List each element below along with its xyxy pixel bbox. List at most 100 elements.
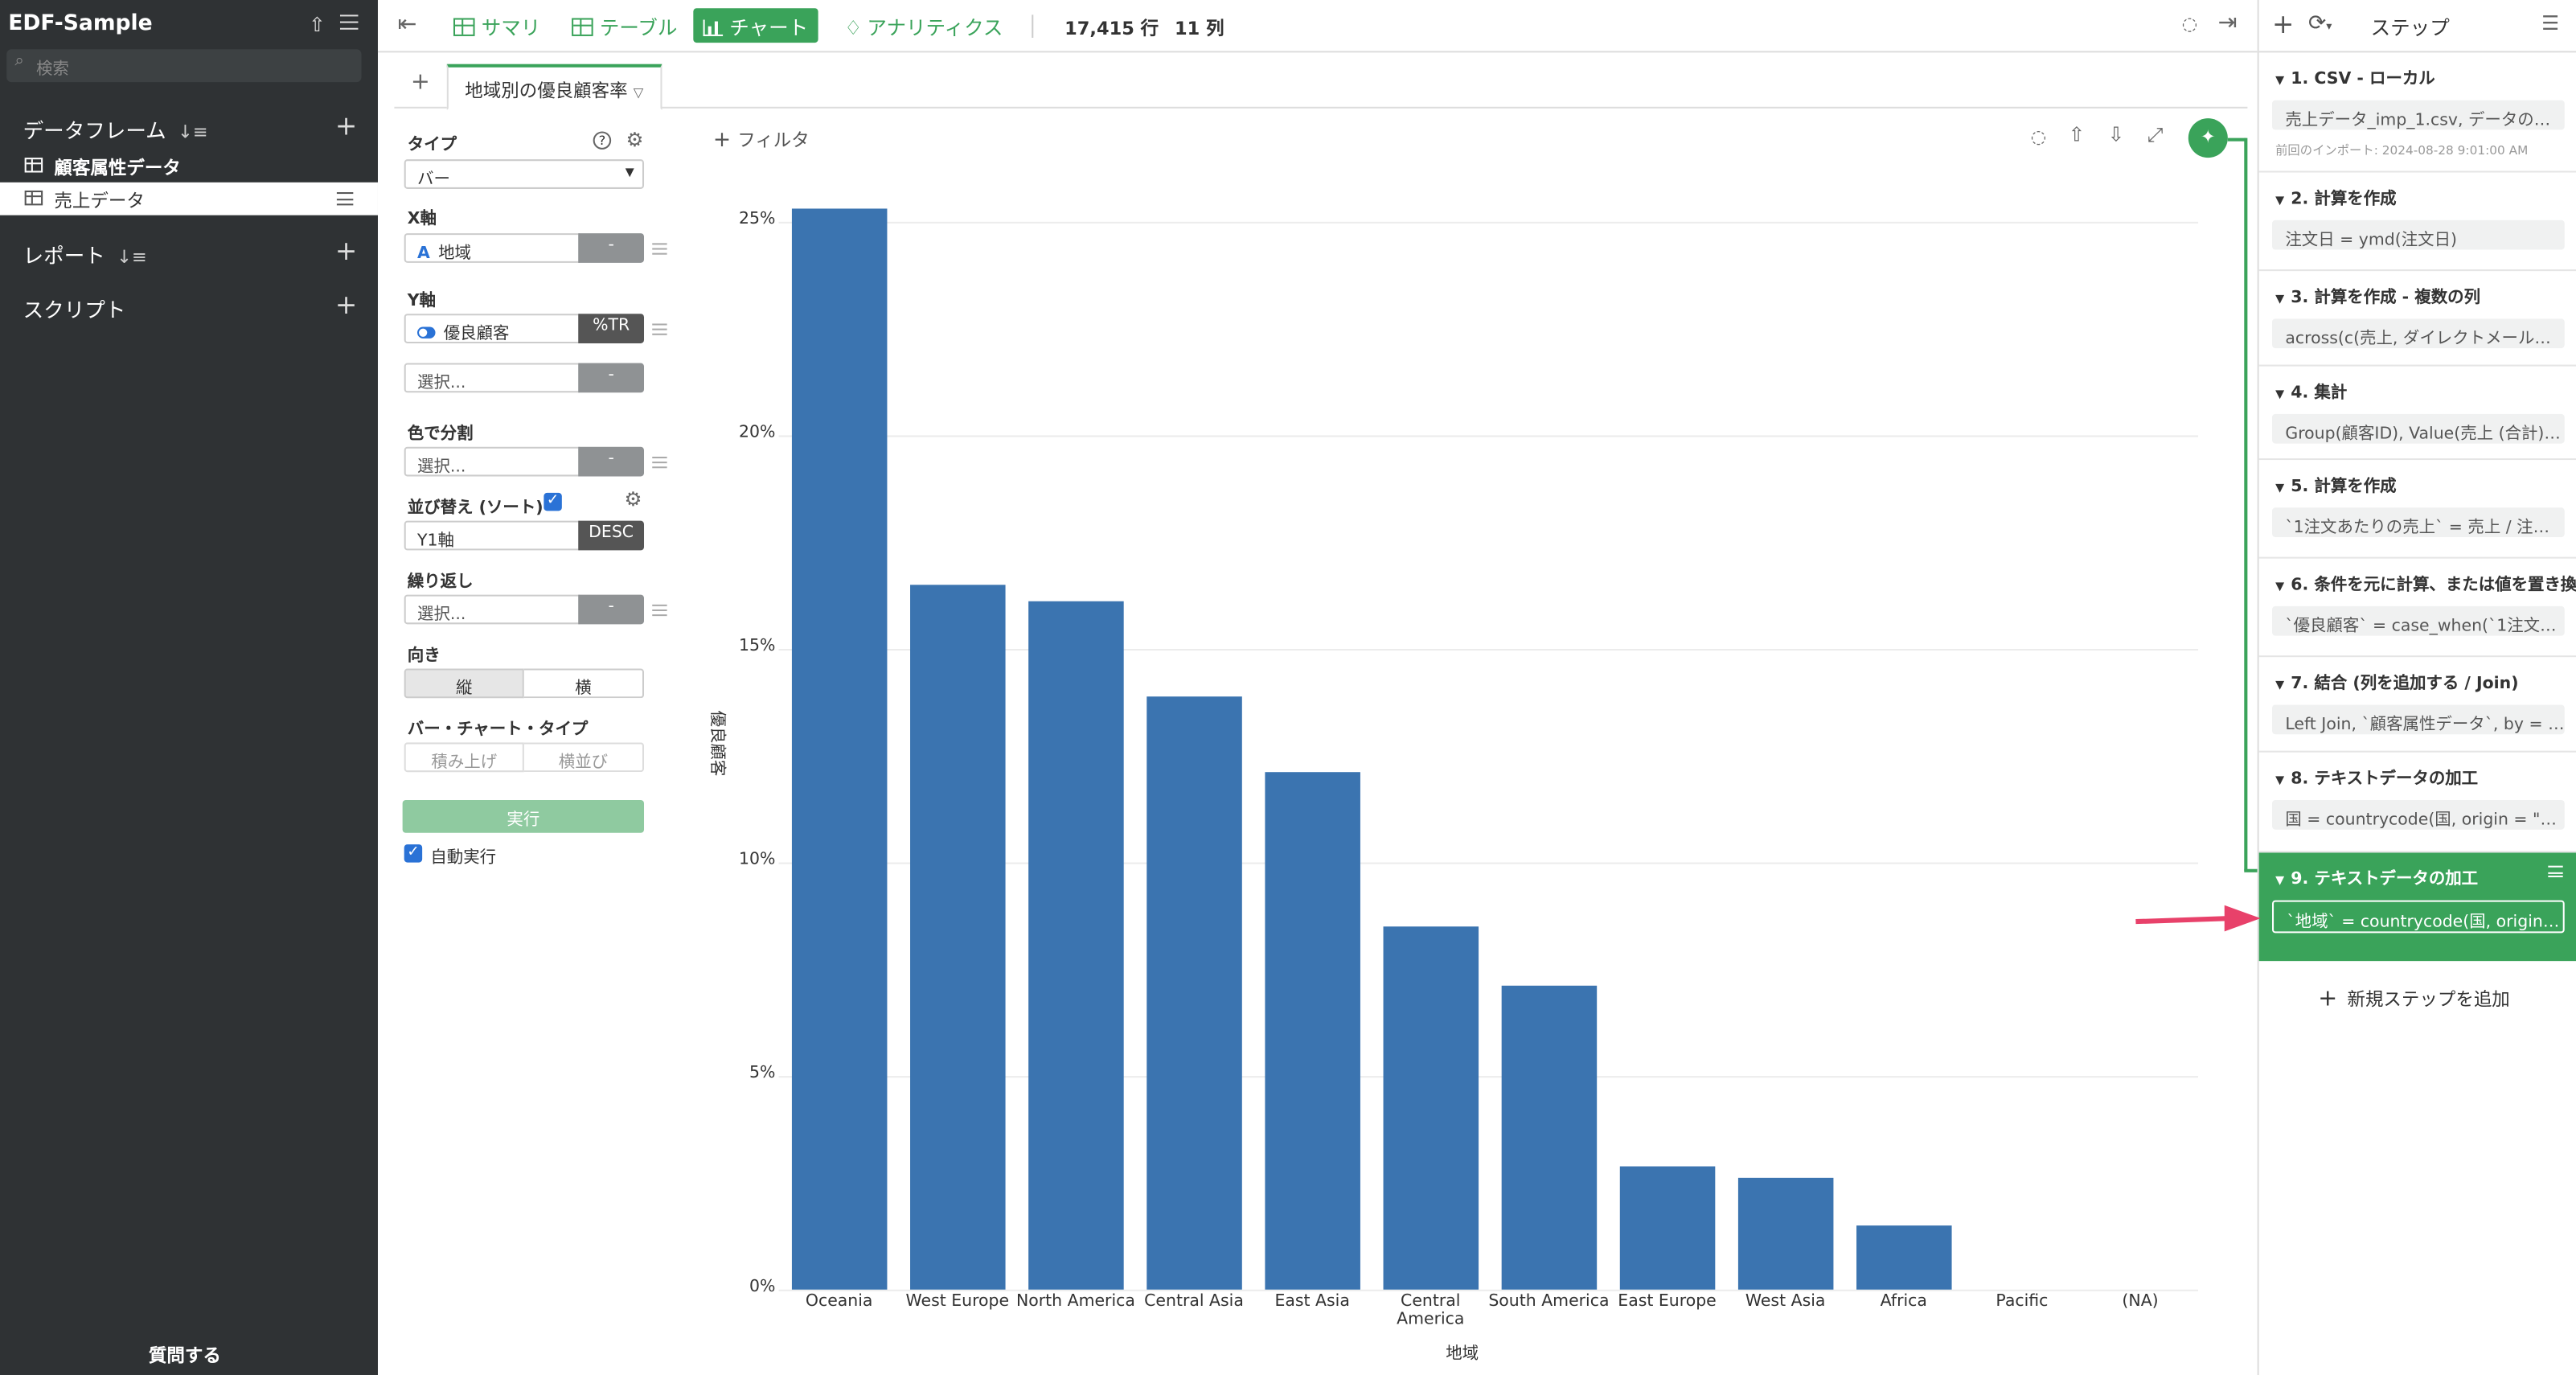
dataframe-menu-icon[interactable] xyxy=(336,192,354,206)
step-title-text: 6. 条件を元に計算、または値を置き換え xyxy=(2291,577,2576,595)
dataframe-item-customers[interactable]: 顧客属性データ xyxy=(0,150,378,183)
dataframe-item-sales[interactable]: 売上データ xyxy=(0,182,378,215)
collapse-arrow-icon[interactable]: ▼ xyxy=(2275,874,2284,887)
scripts-header[interactable]: スクリプト xyxy=(23,293,126,324)
bar-type-side-button[interactable]: 横並び xyxy=(523,742,645,773)
repeat-field[interactable]: 選択... xyxy=(404,594,580,625)
collapse-arrow-icon[interactable]: ▼ xyxy=(2275,679,2284,692)
x-axis-menu-icon[interactable] xyxy=(652,243,667,255)
collapse-left-icon[interactable]: ⇤ xyxy=(398,11,417,38)
grid-icon xyxy=(453,18,475,36)
collapse-arrow-icon[interactable]: ▼ xyxy=(2275,482,2284,495)
sort-icon[interactable]: ↓≡ xyxy=(117,246,147,268)
sort-field[interactable]: Y1軸 xyxy=(404,520,580,551)
add-dataframe-button[interactable]: + xyxy=(335,110,357,142)
sort-checkbox[interactable]: ✓ xyxy=(544,492,562,511)
bar xyxy=(1028,601,1123,1290)
comment-icon[interactable]: ◌ xyxy=(2031,126,2047,148)
collapse-arrow-icon[interactable]: ▼ xyxy=(2275,74,2284,87)
refresh-icon[interactable]: ⟳▾ xyxy=(2308,11,2332,36)
add-step-button[interactable]: + 新規ステップを追加 xyxy=(2318,986,2510,1012)
x-axis-title: 地域 xyxy=(1446,1345,1479,1364)
filter-button[interactable]: + フィルタ xyxy=(713,126,810,153)
step-title[interactable]: ▼ 4. 集計 xyxy=(2275,378,2347,402)
step-detail[interactable]: `地域` = countrycode(国, origin = "country.… xyxy=(2272,900,2565,934)
collapse-arrow-icon[interactable]: ▼ xyxy=(2275,388,2284,400)
table-tab[interactable]: テーブル xyxy=(562,8,687,43)
help-icon[interactable]: ? xyxy=(593,131,612,150)
chart-type-select[interactable]: バー ▼ xyxy=(404,159,645,189)
collapse-arrow-icon[interactable]: ▼ xyxy=(2275,774,2284,786)
search-input[interactable]: ⌕ 検索 xyxy=(6,49,362,83)
step-title[interactable]: ▼ 9. テキストデータの加工 xyxy=(2275,864,2478,889)
step-title[interactable]: ▼ 3. 計算を作成 - 複数の列 xyxy=(2275,282,2480,307)
run-button[interactable]: 実行 xyxy=(402,799,645,833)
step-title[interactable]: ▼ 6. 条件を元に計算、または値を置き換え xyxy=(2275,570,2576,595)
y-axis-menu-icon[interactable] xyxy=(652,323,667,335)
table-icon xyxy=(24,190,43,206)
ask-button[interactable]: 質問する xyxy=(0,1342,370,1369)
collapse-arrow-icon[interactable]: ▼ xyxy=(2275,293,2284,306)
step-detail[interactable]: 国 = countrycode(国, origin = "country.nam… xyxy=(2272,799,2565,830)
step-title[interactable]: ▼ 1. CSV - ローカル xyxy=(2275,64,2435,88)
y2-axis-agg-button[interactable]: - xyxy=(578,363,645,393)
y-axis-agg-button[interactable]: %TR xyxy=(578,314,645,343)
add-report-button[interactable]: + xyxy=(335,235,357,266)
autorun-checkbox[interactable]: ✓ xyxy=(404,844,423,863)
step-title[interactable]: ▼ 5. 計算を作成 xyxy=(2275,471,2396,496)
sort-label: 並び替え (ソート) xyxy=(407,499,544,518)
step-detail[interactable]: 注文日 = ymd(注文日) xyxy=(2272,220,2565,250)
chevron-down-icon[interactable]: ▽ xyxy=(634,85,644,100)
gear-icon[interactable]: ⚙ xyxy=(626,128,644,151)
chart-tab-active[interactable]: 地域別の優良顧客率 ▽ xyxy=(446,64,662,110)
repeat-menu-icon[interactable] xyxy=(652,604,667,617)
step-detail[interactable]: Group(顧客ID), Value(売上 (合計),注文数) xyxy=(2272,413,2565,444)
add-step-icon[interactable]: + xyxy=(2272,8,2294,39)
settings-sliders-icon[interactable]: ☰ xyxy=(2541,11,2559,35)
y-tick-label: 5% xyxy=(749,1064,776,1083)
add-chart-tab-button[interactable]: + xyxy=(411,69,430,96)
collapse-arrow-icon[interactable]: ▼ xyxy=(2275,194,2284,207)
column-count: 11 列 xyxy=(1175,18,1224,40)
y2-axis-field[interactable]: 選択... xyxy=(404,363,580,393)
sort-gear-icon[interactable]: ⚙ xyxy=(624,488,642,511)
bar-type-stack-button[interactable]: 積み上げ xyxy=(404,742,524,773)
step-detail[interactable]: `優良顧客` = case_when(`1注文あたりの売上`) xyxy=(2272,605,2565,636)
reports-header[interactable]: レポート ↓≡ xyxy=(23,238,147,269)
analytics-tab[interactable]: ♢ アナリティクス xyxy=(835,8,1013,43)
step-detail[interactable]: 売上データ_imp_1.csv, データの区切り文字: , xyxy=(2272,100,2565,130)
direction-vertical-button[interactable]: 縦 xyxy=(404,668,524,699)
x-axis-field[interactable]: A 地域 xyxy=(404,233,580,263)
summary-tab[interactable]: サマリ xyxy=(444,8,551,43)
expand-icon[interactable]: ⤢ xyxy=(2147,123,2164,148)
download-icon[interactable]: ⇩ xyxy=(2108,123,2125,146)
x-tick-label: West Europe xyxy=(905,1292,1010,1311)
collapse-arrow-icon[interactable]: ▼ xyxy=(2275,580,2284,593)
y-axis-field[interactable]: 優良顧客 xyxy=(404,314,580,343)
pin-connector xyxy=(2244,138,2247,871)
add-script-button[interactable]: + xyxy=(335,289,357,321)
comment-icon[interactable]: ◌ xyxy=(2182,13,2198,35)
dataframes-header[interactable]: データフレーム ↓≡ xyxy=(23,113,208,145)
upload-icon[interactable]: ⇧ xyxy=(309,13,326,36)
step-menu-icon[interactable] xyxy=(2548,865,2563,877)
step-detail[interactable]: `1注文あたりの売上` = 売上 / 注文数 xyxy=(2272,507,2565,538)
color-split-agg-button[interactable]: - xyxy=(578,446,645,477)
x-axis-agg-button[interactable]: - xyxy=(578,233,645,263)
color-split-field[interactable]: 選択... xyxy=(404,446,580,477)
direction-horizontal-button[interactable]: 横 xyxy=(523,668,645,699)
chart-tab[interactable]: チャート xyxy=(693,8,818,43)
step-detail[interactable]: across(c(売上, ダイレクトメール費用)) xyxy=(2272,318,2565,349)
collapse-right-icon[interactable]: ⇥ xyxy=(2218,10,2238,36)
step-title[interactable]: ▼ 7. 結合 (列を追加する / Join) xyxy=(2275,669,2518,693)
repeat-agg-button[interactable]: - xyxy=(578,594,645,625)
step-title[interactable]: ▼ 8. テキストデータの加工 xyxy=(2275,764,2478,788)
step-detail[interactable]: Left Join, `顧客属性データ`, by = join_by(顧客ID) xyxy=(2272,704,2565,735)
step-title[interactable]: ▼ 2. 計算を作成 xyxy=(2275,184,2396,208)
color-split-menu-icon[interactable] xyxy=(652,456,667,469)
pin-button[interactable]: ✦ xyxy=(2188,118,2228,158)
menu-icon[interactable] xyxy=(339,14,359,30)
sort-order-button[interactable]: DESC xyxy=(578,520,645,551)
share-icon[interactable]: ⇧ xyxy=(2069,123,2086,146)
sort-icon[interactable]: ↓≡ xyxy=(178,121,208,143)
